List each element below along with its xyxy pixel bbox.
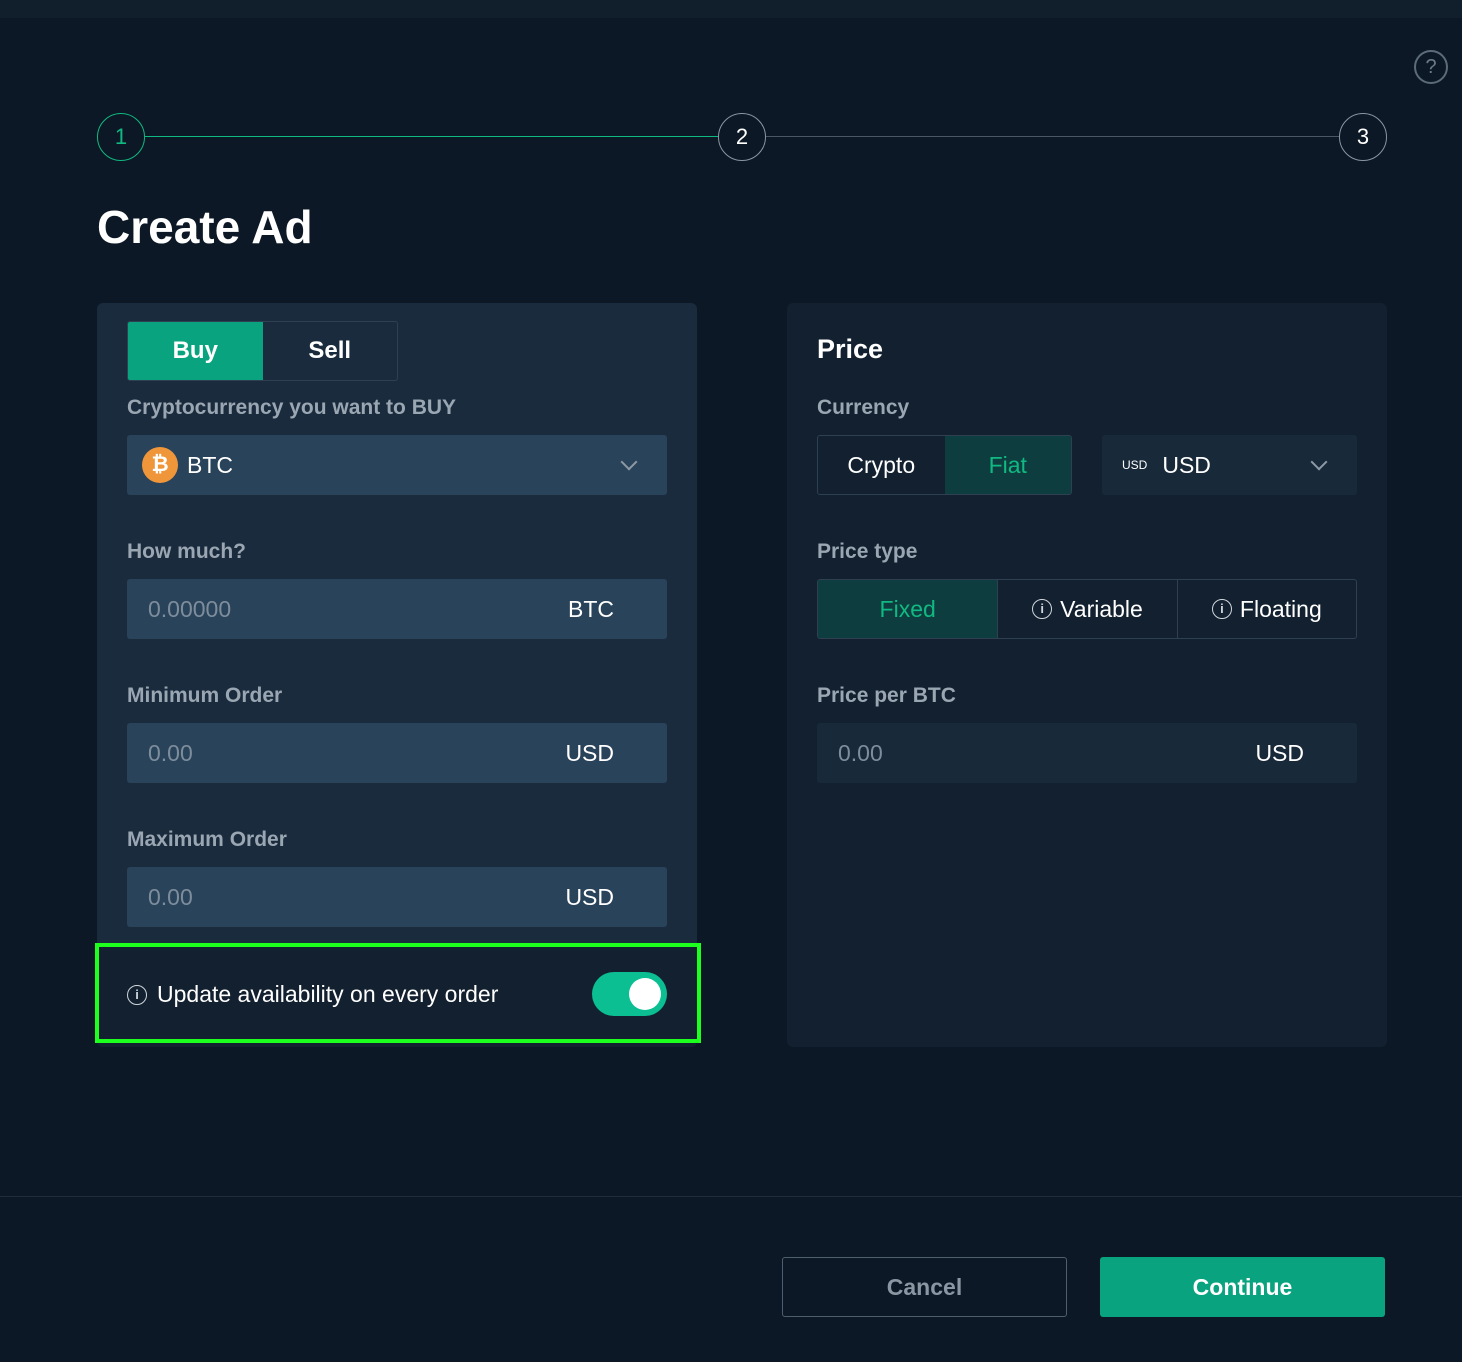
- price-per-input[interactable]: 0.00 USD: [817, 723, 1357, 783]
- update-availability-toggle[interactable]: [592, 972, 667, 1016]
- cancel-button[interactable]: Cancel: [782, 1257, 1067, 1317]
- floating-price-button[interactable]: i Floating: [1176, 580, 1356, 638]
- step-1[interactable]: 1: [97, 113, 145, 161]
- step-connector-1: [145, 136, 718, 137]
- buy-button[interactable]: Buy: [128, 322, 263, 380]
- top-strip: [0, 0, 1462, 18]
- info-icon: i: [1032, 599, 1053, 619]
- max-order-input[interactable]: 0.00 USD: [127, 867, 667, 927]
- buy-sell-toggle: Buy Sell: [127, 321, 398, 381]
- fiat-flag-label: USD: [1122, 458, 1148, 472]
- price-title: Price: [817, 334, 884, 364]
- floating-price-label: Floating: [1239, 595, 1322, 622]
- help-icon[interactable]: ?: [1414, 50, 1448, 84]
- price-per-placeholder: 0.00: [838, 739, 883, 766]
- fixed-price-button[interactable]: Fixed: [818, 580, 998, 638]
- fixed-price-label: Fixed: [879, 595, 936, 622]
- price-panel: Price Currency Crypto Fiat USD USD Price…: [787, 303, 1387, 1047]
- price-per-unit: USD: [1255, 739, 1304, 766]
- how-much-label: How much?: [127, 540, 246, 563]
- crypto-label: Cryptocurrency you want to BUY: [127, 396, 457, 419]
- how-much-placeholder: 0.00000: [148, 595, 232, 622]
- chevron-down-icon: [1310, 453, 1328, 471]
- price-type-label: Price type: [817, 540, 918, 563]
- toggle-knob: [629, 978, 661, 1010]
- crypto-currency-button[interactable]: Crypto: [818, 436, 945, 494]
- chevron-down-icon: [620, 453, 638, 471]
- update-availability-label-group: i Update availability on every order: [127, 981, 498, 1008]
- trade-panel: Buy Sell Cryptocurrency you want to BUY …: [97, 303, 697, 1047]
- min-order-label: Minimum Order: [127, 684, 283, 707]
- step-connector-2: [766, 136, 1339, 137]
- how-much-unit: BTC: [568, 595, 614, 622]
- step-2[interactable]: 2: [718, 113, 766, 161]
- page-title: Create Ad: [97, 201, 313, 253]
- variable-price-button[interactable]: i Variable: [997, 580, 1176, 638]
- variable-price-label: Variable: [1060, 595, 1143, 622]
- currency-label: Currency: [817, 396, 910, 419]
- min-order-unit: USD: [565, 739, 614, 766]
- max-order-placeholder: 0.00: [148, 883, 193, 910]
- continue-button[interactable]: Continue: [1100, 1257, 1385, 1317]
- how-much-input[interactable]: 0.00000 BTC: [127, 579, 667, 639]
- footer-divider: [0, 1196, 1462, 1197]
- update-availability-row: i Update availability on every order: [97, 943, 697, 1047]
- min-order-input[interactable]: 0.00 USD: [127, 723, 667, 783]
- step-3[interactable]: 3: [1339, 113, 1387, 161]
- price-type-toggle: Fixed i Variable i Floating: [817, 579, 1357, 639]
- info-icon[interactable]: i: [127, 984, 147, 1005]
- price-per-label: Price per BTC: [817, 684, 956, 707]
- max-order-label: Maximum Order: [127, 828, 287, 851]
- fiat-select[interactable]: USD USD: [1102, 435, 1357, 495]
- min-order-placeholder: 0.00: [148, 739, 193, 766]
- sell-button[interactable]: Sell: [263, 322, 398, 380]
- fiat-select-value: USD: [1162, 451, 1211, 478]
- bitcoin-icon: ₿: [142, 447, 178, 483]
- crypto-select[interactable]: ₿ BTC: [127, 435, 667, 495]
- info-icon: i: [1211, 599, 1232, 619]
- crypto-select-value: BTC: [187, 451, 233, 478]
- max-order-unit: USD: [565, 883, 614, 910]
- fiat-currency-button[interactable]: Fiat: [944, 436, 1071, 494]
- currency-type-toggle: Crypto Fiat: [817, 435, 1072, 495]
- update-availability-label: Update availability on every order: [157, 981, 499, 1007]
